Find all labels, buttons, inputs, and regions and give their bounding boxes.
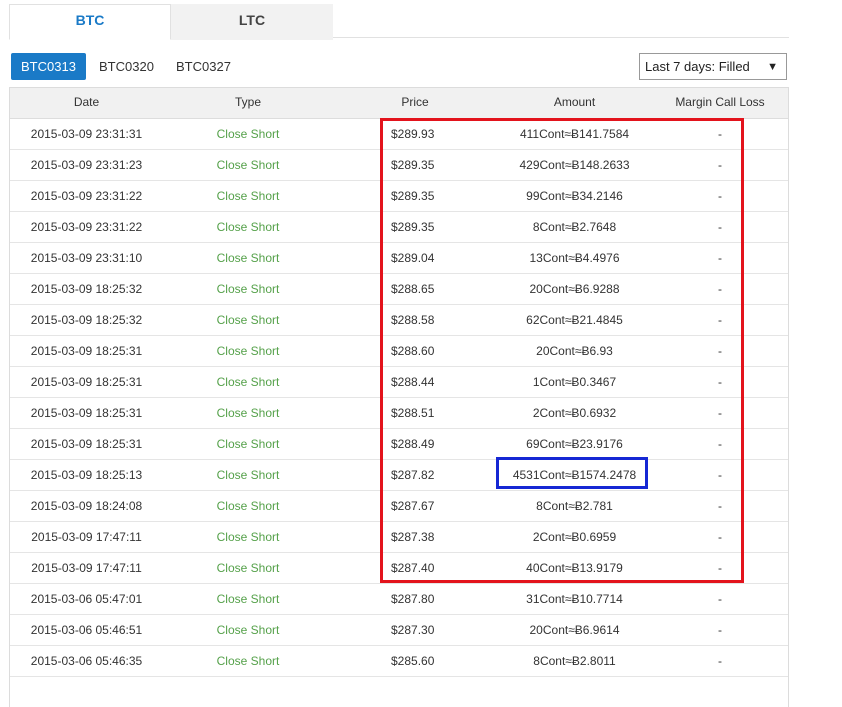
column-header-price: Price: [401, 95, 429, 109]
cell-date: 2015-03-09 18:25:32: [30, 282, 143, 296]
cell-margin-call-loss: -: [718, 592, 722, 606]
cell-type: Close Short: [216, 468, 280, 482]
contract-btc0313[interactable]: BTC0313: [11, 53, 86, 80]
cell-date: 2015-03-09 23:31:10: [30, 251, 143, 265]
cell-date: 2015-03-09 17:47:11: [31, 530, 142, 544]
cell-date: 2015-03-09 18:25:31: [30, 375, 143, 389]
cell-amount: 8Cont≈Ƀ2.8011: [533, 654, 616, 668]
cell-type: Close Short: [216, 499, 280, 513]
column-header-margin-call-loss: Margin Call Loss: [675, 95, 765, 109]
cell-type: Close Short: [216, 189, 280, 203]
cell-date: 2015-03-06 05:47:01: [30, 592, 143, 606]
cell-date: 2015-03-09 23:31:22: [30, 189, 143, 203]
cell-type: Close Short: [216, 561, 280, 575]
cell-date: 2015-03-09 18:25:13: [30, 468, 143, 482]
cell-type: Close Short: [216, 313, 280, 327]
table-row: 2015-03-06 05:46:35 Close Short $285.60 8Co…: [10, 646, 788, 677]
table-header: Date Type Price Amount Margin Call Loss: [10, 88, 788, 119]
cell-margin-call-loss: -: [718, 623, 722, 637]
cell-price: $287.80: [391, 592, 435, 606]
cell-date: 2015-03-09 18:24:08: [30, 499, 143, 513]
cell-type: Close Short: [216, 623, 280, 637]
table-row: [10, 677, 788, 707]
cell-amount: 31Cont≈Ƀ10.7714: [526, 592, 623, 606]
chevron-down-icon: ▼: [767, 61, 778, 73]
cell-price: $285.60: [391, 654, 435, 668]
cell-date: 2015-03-09 17:47:11: [31, 561, 142, 575]
cell-type: Close Short: [216, 437, 280, 451]
contract-btc0320[interactable]: BTC0320: [89, 53, 164, 80]
cell-date: 2015-03-09 18:25:31: [30, 437, 143, 451]
tab-ltc[interactable]: LTC: [171, 4, 333, 40]
cell-type: Close Short: [216, 406, 280, 420]
cell-type: Close Short: [216, 654, 280, 668]
cell-type: Close Short: [216, 592, 280, 606]
cell-type: Close Short: [216, 375, 280, 389]
highlight-box-red: [380, 118, 744, 583]
cell-date: 2015-03-09 23:31:23: [30, 158, 143, 172]
cell-date: 2015-03-09 23:31:31: [30, 127, 143, 141]
cell-date: 2015-03-09 18:25:31: [30, 406, 143, 420]
cell-date: 2015-03-09 23:31:22: [30, 220, 143, 234]
cell-type: Close Short: [216, 282, 280, 296]
cell-date: 2015-03-09 18:25:31: [30, 344, 143, 358]
period-filter-select[interactable]: Last 7 days: Filled ▼: [639, 53, 787, 80]
cell-type: Close Short: [216, 220, 280, 234]
cell-type: Close Short: [216, 158, 280, 172]
period-filter-value: Last 7 days: Filled: [645, 59, 750, 74]
column-header-amount: Amount: [553, 95, 596, 109]
cell-date: 2015-03-09 18:25:32: [30, 313, 143, 327]
market-tabs: BTC LTC: [9, 4, 789, 40]
cell-type: Close Short: [216, 344, 280, 358]
contract-btc0327[interactable]: BTC0327: [166, 53, 241, 80]
table-row: 2015-03-06 05:46:51 Close Short $287.30 20C…: [10, 615, 788, 646]
highlight-box-blue: [496, 457, 648, 489]
cell-amount: 20Cont≈Ƀ6.9614: [529, 623, 620, 637]
table-row: 2015-03-06 05:47:01 Close Short $287.80 31C…: [10, 584, 788, 615]
cell-price: $287.30: [391, 623, 435, 637]
column-header-type: Type: [234, 95, 261, 109]
tab-btc[interactable]: BTC: [9, 4, 171, 40]
cell-date: 2015-03-06 05:46:35: [30, 654, 143, 668]
cell-type: Close Short: [216, 251, 280, 265]
cell-date: 2015-03-06 05:46:51: [30, 623, 143, 637]
cell-type: Close Short: [216, 127, 280, 141]
cell-type: Close Short: [216, 530, 280, 544]
cell-margin-call-loss: -: [718, 654, 722, 668]
column-header-date: Date: [73, 95, 100, 109]
